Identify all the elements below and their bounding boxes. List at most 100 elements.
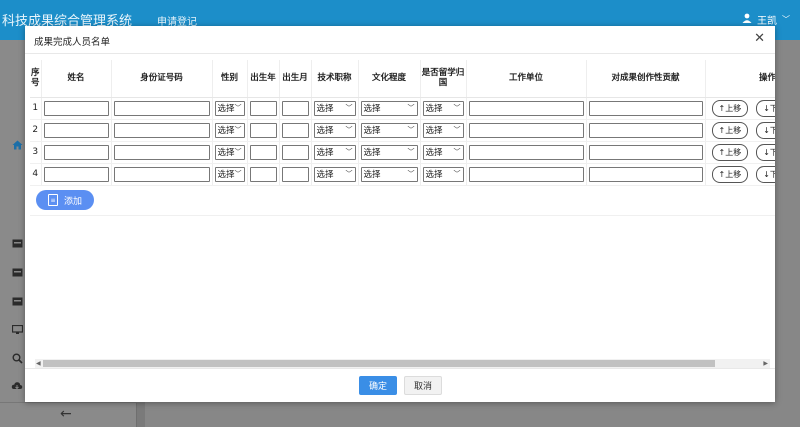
col-header-id-number: 身份证号码 [111,60,213,98]
contribution-input[interactable] [588,122,703,138]
user-icon [742,13,752,26]
cancel-button[interactable]: 取消 [404,376,442,395]
name-input[interactable] [43,100,109,116]
id-number-input[interactable] [113,100,210,116]
returnee-select[interactable]: 选择 ﹀ [422,122,464,138]
education-select[interactable]: 选择 ﹀ [360,100,418,116]
birth-year-input[interactable] [249,100,277,116]
select-label: 选择 [425,170,443,180]
contribution-input[interactable] [588,144,703,160]
returnee-select[interactable]: 选择 ﹀ [422,144,464,160]
chevron-down-icon: ﹀ [234,104,242,112]
id-number-input[interactable] [113,122,210,138]
education-select[interactable]: 选择 ﹀ [360,144,418,160]
move-up-button[interactable]: ↑上移 [711,143,749,161]
select-label: 选择 [425,104,443,114]
personnel-table-container: 序号 姓名 身份证号码 性别 出生年 出生月 技术职称 文化程度 是否留学归国 … [30,60,775,390]
dialog-title: 成果完成人员名单 [34,37,111,48]
dialog-footer: 确定 取消 [25,368,775,402]
employer-input[interactable] [468,100,584,116]
move-down-button[interactable]: ↓下移 [756,121,775,139]
move-up-button[interactable]: ↑上移 [711,99,749,117]
gender-select[interactable]: 选择 ﹀ [214,144,245,160]
id-number-input[interactable] [113,144,210,160]
user-menu[interactable]: 王凯 ﹀ [742,12,790,27]
contribution-input[interactable] [588,166,703,182]
collapse-arrow-icon[interactable]: ← [60,406,72,422]
id-number-input[interactable] [113,166,210,182]
table-row: 1 选择﹀ 选择﹀ 选择﹀ 选择﹀ ↑上移 ↓下移 [30,97,775,120]
dialog-header: 成果完成人员名单 ✕ [25,26,775,54]
col-header-employer: 工作单位 [466,60,587,98]
name-input[interactable] [43,166,109,182]
birth-month-input[interactable] [281,100,309,116]
technical-title-select[interactable]: 选择 ﹀ [313,166,356,182]
employer-input[interactable] [468,166,584,182]
technical-title-select[interactable]: 选择 ﹀ [313,122,356,138]
birth-year-input[interactable] [249,166,277,182]
horizontal-scrollbar[interactable]: ◀ ▶ [35,359,770,368]
chevron-down-icon: ﹀ [453,126,461,134]
chevron-down-icon: ﹀ [345,126,353,134]
move-down-button[interactable]: ↓下移 [756,165,775,183]
monitor-icon[interactable] [11,324,23,335]
birth-month-input[interactable] [281,122,309,138]
move-down-button[interactable]: ↓下移 [756,99,775,117]
technical-title-select[interactable]: 选择 ﹀ [313,100,356,116]
employer-input[interactable] [468,144,584,160]
select-label: 选择 [316,104,334,114]
name-input[interactable] [43,122,109,138]
birth-year-input[interactable] [249,144,277,160]
chevron-down-icon: ﹀ [407,104,415,112]
move-down-button[interactable]: ↓下移 [756,143,775,161]
scroll-right-icon[interactable]: ▶ [763,359,768,368]
returnee-select[interactable]: 选择 ﹀ [422,100,464,116]
scrollbar-thumb[interactable] [43,360,715,367]
home-icon[interactable] [11,140,23,150]
table-header-row: 序号 姓名 身份证号码 性别 出生年 出生月 技术职称 文化程度 是否留学归国 … [30,60,775,98]
employer-input[interactable] [468,122,584,138]
col-header-seq: 序号 [30,60,42,98]
col-header-operations: 操作 [705,60,775,98]
col-header-birth-year: 出生年 [247,60,280,98]
scroll-left-icon[interactable]: ◀ [36,359,41,368]
card-icon[interactable] [11,297,23,307]
chevron-down-icon: ﹀ [407,126,415,134]
col-header-technical-title: 技术职称 [311,60,359,98]
technical-title-select[interactable]: 选择 ﹀ [313,144,356,160]
personnel-list-dialog: 成果完成人员名单 ✕ 序号 姓名 身份证号码 性别 出生年 出生月 技术职称 文… [25,26,775,402]
gender-select[interactable]: 选择 ﹀ [214,122,245,138]
birth-month-input[interactable] [281,144,309,160]
move-up-button[interactable]: ↑上移 [711,121,749,139]
sidebar-divider [0,402,137,403]
chevron-down-icon: ﹀ [345,148,353,156]
gender-select[interactable]: 选择 ﹀ [214,166,245,182]
search-icon[interactable] [11,353,23,364]
col-header-name: 姓名 [41,60,112,98]
select-label: 选择 [316,126,334,136]
returnee-select[interactable]: 选择 ﹀ [422,166,464,182]
move-up-button[interactable]: ↑上移 [711,165,749,183]
select-label: 选择 [316,170,334,180]
birth-year-input[interactable] [249,122,277,138]
education-select[interactable]: 选择 ﹀ [360,166,418,182]
confirm-button[interactable]: 确定 [359,376,397,395]
card-icon[interactable] [11,239,23,249]
card-icon[interactable] [11,268,23,278]
gender-select[interactable]: 选择 ﹀ [214,100,245,116]
birth-month-input[interactable] [281,166,309,182]
select-label: 选择 [425,126,443,136]
select-label: 选择 [217,148,235,158]
contribution-input[interactable] [588,100,703,116]
chevron-down-icon: ﹀ [453,104,461,112]
close-icon[interactable]: ✕ [754,32,765,45]
name-input[interactable] [43,144,109,160]
add-button[interactable]: ≡ 添加 [36,190,95,210]
select-label: 选择 [363,104,381,114]
row-number: 2 [30,119,42,142]
row-number: 3 [30,141,42,164]
row-operations: ↑上移 ↓下移 [708,165,775,183]
select-label: 选择 [217,170,235,180]
cloud-download-icon[interactable] [11,381,23,391]
education-select[interactable]: 选择 ﹀ [360,122,418,138]
